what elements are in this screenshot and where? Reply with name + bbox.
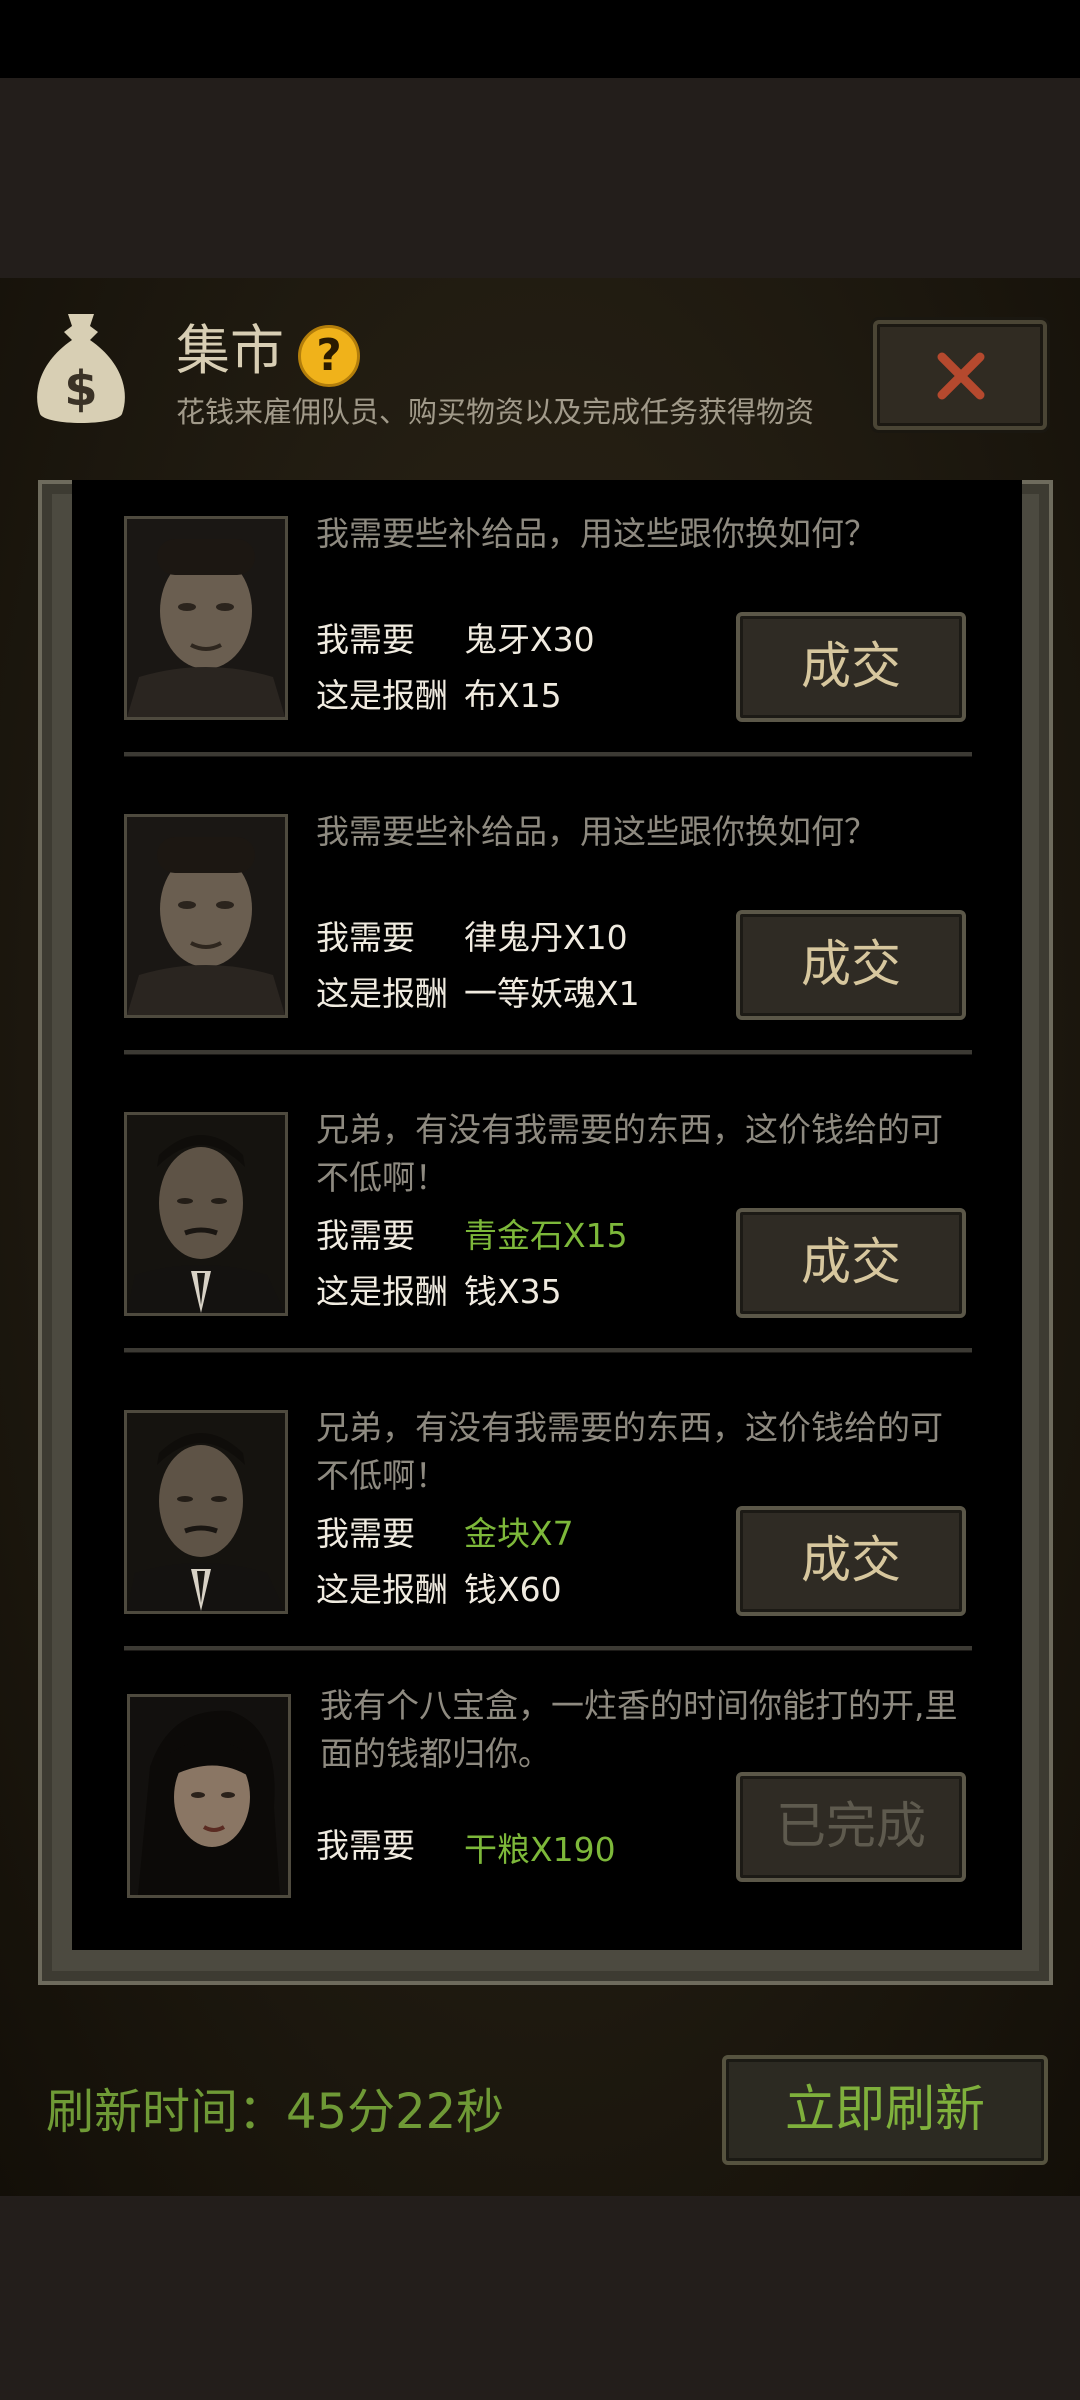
need-label: 我需要	[316, 620, 415, 659]
trade-quote: 我需要些补给品，用这些跟你换如何？	[316, 514, 877, 553]
trade-row: 我需要些补给品，用这些跟你换如何？ 我需要 律鬼丹X10 这是报酬 一等妖魂X1…	[72, 778, 1022, 1076]
refresh-timer: 刷新时间：45分22秒	[46, 2084, 505, 2140]
reward-label: 这是报酬	[316, 1272, 448, 1311]
need-value: 金块X7	[464, 1514, 574, 1553]
row-divider	[124, 752, 972, 757]
row-divider	[124, 1646, 972, 1651]
trade-row: 我需要些补给品，用这些跟你换如何？ 我需要 鬼牙X30 这是报酬 布X15 成交	[72, 480, 1022, 778]
man-portrait-icon	[124, 1112, 288, 1316]
close-button[interactable]	[873, 320, 1047, 430]
trade-quote: 我需要些补给品，用这些跟你换如何？	[316, 812, 877, 851]
row-divider	[124, 1348, 972, 1353]
woman-portrait-icon	[127, 1694, 291, 1898]
need-value: 干粮X190	[464, 1830, 616, 1869]
reward-value: 钱X35	[464, 1272, 562, 1311]
man-portrait-icon	[124, 1410, 288, 1614]
need-label: 我需要	[316, 918, 415, 957]
need-value: 律鬼丹X10	[464, 918, 628, 957]
need-value: 青金石X15	[464, 1216, 628, 1255]
page-subtitle: 花钱来雇佣队员、购买物资以及完成任务获得物资	[176, 395, 815, 429]
status-bar	[0, 0, 1080, 78]
reward-value: 一等妖魂X1	[464, 974, 640, 1013]
deal-button[interactable]: 成交	[736, 1506, 966, 1616]
refresh-now-button[interactable]: 立即刷新	[722, 2055, 1048, 2165]
reward-label: 这是报酬	[316, 1570, 448, 1609]
trade-quote: 兄弟，有没有我需要的东西，这价钱给的可不低啊！	[316, 1110, 943, 1197]
need-label: 我需要	[316, 1826, 415, 1865]
deal-button[interactable]: 成交	[736, 612, 966, 722]
close-x-icon	[937, 352, 985, 400]
reward-value: 布X15	[464, 676, 562, 715]
help-icon[interactable]: ?	[298, 325, 360, 387]
need-value: 鬼牙X30	[464, 620, 595, 659]
completed-button: 已完成	[736, 1772, 966, 1882]
trade-row: 兄弟，有没有我需要的东西，这价钱给的可不低啊！ 我需要 青金石X15 这是报酬 …	[72, 1076, 1022, 1374]
trade-list[interactable]: 我需要些补给品，用这些跟你换如何？ 我需要 鬼牙X30 这是报酬 布X15 成交…	[72, 480, 1022, 1950]
trade-row: 我有个八宝盒，一炷香的时间你能打的开,里面的钱都归你。 我需要 干粮X190 已…	[72, 1672, 1022, 1950]
money-bag-icon: $	[32, 310, 130, 428]
row-divider	[124, 1050, 972, 1055]
man-portrait-icon	[124, 814, 288, 1018]
reward-label: 这是报酬	[316, 974, 448, 1013]
man-portrait-icon	[124, 516, 288, 720]
page-title: 集市	[176, 319, 284, 382]
deal-button[interactable]: 成交	[736, 910, 966, 1020]
reward-value: 钱X60	[464, 1570, 562, 1609]
deal-button[interactable]: 成交	[736, 1208, 966, 1318]
need-label: 我需要	[316, 1514, 415, 1553]
trade-quote: 我有个八宝盒，一炷香的时间你能打的开,里面的钱都归你。	[320, 1686, 958, 1773]
trade-row: 兄弟，有没有我需要的东西，这价钱给的可不低啊！ 我需要 金块X7 这是报酬 钱X…	[72, 1374, 1022, 1672]
svg-text:$: $	[64, 361, 97, 417]
trade-quote: 兄弟，有没有我需要的东西，这价钱给的可不低啊！	[316, 1408, 943, 1495]
need-label: 我需要	[316, 1216, 415, 1255]
reward-label: 这是报酬	[316, 676, 448, 715]
